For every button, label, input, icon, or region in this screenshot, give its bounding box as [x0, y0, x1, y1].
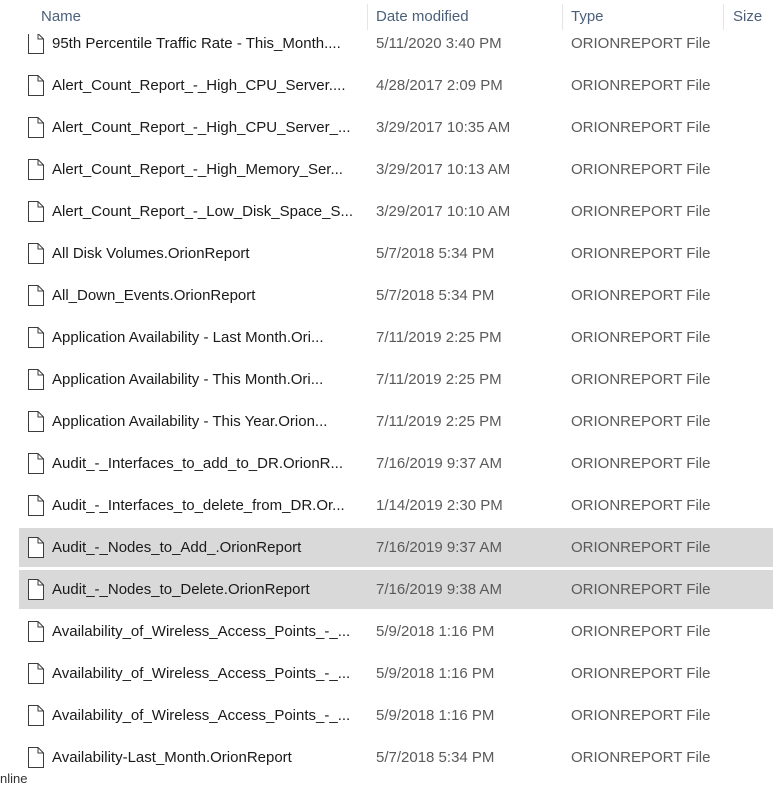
file-name[interactable]: Availability_of_Wireless_Access_Points_-…	[52, 665, 358, 683]
file-date-modified: 5/9/2018 1:16 PM	[376, 707, 495, 724]
file-date-modified: 3/29/2017 10:13 AM	[376, 161, 511, 178]
file-type: ORIONREPORT File	[571, 329, 711, 346]
file-type: ORIONREPORT File	[571, 413, 711, 430]
file-row[interactable]: Alert_Count_Report_-_High_CPU_Server_...…	[0, 107, 773, 149]
column-header-type[interactable]: Type	[571, 8, 604, 25]
file-date-modified: 7/11/2019 2:25 PM	[376, 329, 502, 346]
file-type: ORIONREPORT File	[571, 371, 711, 388]
file-type: ORIONREPORT File	[571, 287, 711, 304]
file-name[interactable]: Availability_of_Wireless_Access_Points_-…	[52, 707, 358, 725]
file-name[interactable]: Application Availability - This Year.Ori…	[52, 413, 358, 431]
file-row[interactable]: Application Availability - This Year.Ori…	[0, 401, 773, 443]
file-type: ORIONREPORT File	[571, 119, 711, 136]
file-row[interactable]: Alert_Count_Report_-_Low_Disk_Space_S...…	[0, 191, 773, 233]
status-text: nline	[0, 771, 28, 786]
file-name[interactable]: Alert_Count_Report_-_Low_Disk_Space_S...	[52, 203, 358, 221]
file-date-modified: 5/9/2018 1:16 PM	[376, 623, 495, 640]
file-date-modified: 3/29/2017 10:35 AM	[376, 119, 511, 136]
column-header-bar: Name Date modified Type Size	[0, 0, 773, 34]
file-type: ORIONREPORT File	[571, 749, 711, 766]
column-divider[interactable]	[562, 4, 563, 30]
file-row[interactable]: Audit_-_Nodes_to_Delete.OrionReport 7/16/…	[0, 569, 773, 611]
file-name[interactable]: All Disk Volumes.OrionReport	[52, 245, 358, 263]
file-row[interactable]: All_Down_Events.OrionReport 5/7/2018 5:34…	[0, 275, 773, 317]
file-date-modified: 1/14/2019 2:30 PM	[376, 497, 503, 514]
file-date-modified: 7/11/2019 2:25 PM	[376, 371, 502, 388]
file-date-modified: 7/11/2019 2:25 PM	[376, 413, 502, 430]
file-name[interactable]: Application Availability - Last Month.Or…	[52, 329, 358, 347]
file-name[interactable]: Alert_Count_Report_-_High_Memory_Ser...	[52, 161, 358, 179]
file-type: ORIONREPORT File	[571, 707, 711, 724]
column-header-date-modified[interactable]: Date modified	[376, 8, 469, 25]
file-date-modified: 4/28/2017 2:09 PM	[376, 77, 503, 94]
file-row[interactable]: Alert_Count_Report_-_High_CPU_Server....…	[0, 65, 773, 107]
column-divider[interactable]	[367, 4, 368, 30]
file-date-modified: 5/7/2018 5:34 PM	[376, 287, 495, 304]
file-date-modified: 5/9/2018 1:16 PM	[376, 665, 495, 682]
file-name[interactable]: Audit_-_Interfaces_to_delete_from_DR.Or.…	[52, 497, 358, 515]
file-type: ORIONREPORT File	[571, 623, 711, 640]
file-name[interactable]: Application Availability - This Month.Or…	[52, 371, 358, 389]
file-type: ORIONREPORT File	[571, 455, 711, 472]
column-header-size[interactable]: Size	[733, 8, 762, 25]
file-name[interactable]: Audit_-_Nodes_to_Add_.OrionReport	[52, 539, 358, 557]
file-type: ORIONREPORT File	[571, 497, 711, 514]
file-name[interactable]: Alert_Count_Report_-_High_CPU_Server_...	[52, 119, 358, 137]
file-name[interactable]: Availability_of_Wireless_Access_Points_-…	[52, 623, 358, 641]
file-date-modified: 3/29/2017 10:10 AM	[376, 203, 511, 220]
file-date-modified: 7/16/2019 9:37 AM	[376, 539, 502, 556]
file-row[interactable]: Audit_-_Interfaces_to_add_to_DR.OrionR..…	[0, 443, 773, 485]
file-name[interactable]: Audit_-_Interfaces_to_add_to_DR.OrionR..…	[52, 455, 358, 473]
file-date-modified: 5/7/2018 5:34 PM	[376, 749, 495, 766]
file-name[interactable]: Availability-Last_Month.OrionReport	[52, 749, 358, 767]
file-row[interactable]: Application Availability - This Month.Or…	[0, 359, 773, 401]
column-header-name[interactable]: Name	[41, 8, 81, 25]
file-name[interactable]: Audit_-_Nodes_to_Delete.OrionReport	[52, 581, 358, 599]
file-row[interactable]: All Disk Volumes.OrionReport 5/7/2018 5:3…	[0, 233, 773, 275]
file-type: ORIONREPORT File	[571, 539, 711, 556]
file-name[interactable]: All_Down_Events.OrionReport	[52, 287, 358, 305]
file-row[interactable]: Availability_of_Wireless_Access_Points_-…	[0, 653, 773, 695]
file-date-modified: 7/16/2019 9:37 AM	[376, 455, 502, 472]
file-date-modified: 7/16/2019 9:38 AM	[376, 581, 502, 598]
file-row[interactable]: Availability_of_Wireless_Access_Points_-…	[0, 695, 773, 737]
file-type: ORIONREPORT File	[571, 203, 711, 220]
column-divider[interactable]	[723, 4, 724, 30]
file-type: ORIONREPORT File	[571, 77, 711, 94]
file-date-modified: 5/7/2018 5:34 PM	[376, 245, 495, 262]
file-row[interactable]: Availability_of_Wireless_Access_Points_-…	[0, 611, 773, 653]
file-type: ORIONREPORT File	[571, 161, 711, 178]
file-row[interactable]: Audit_-_Nodes_to_Add_.OrionReport 7/16/20…	[0, 527, 773, 569]
file-row[interactable]: Audit_-_Interfaces_to_delete_from_DR.Or.…	[0, 485, 773, 527]
file-type: ORIONREPORT File	[571, 581, 711, 598]
file-explorer: 95th Percentile Traffic Rate - This_Mont…	[0, 0, 773, 790]
file-name[interactable]: 95th Percentile Traffic Rate - This_Mont…	[52, 35, 358, 53]
file-date-modified: 5/11/2020 3:40 PM	[376, 35, 502, 52]
file-list: 95th Percentile Traffic Rate - This_Mont…	[0, 23, 773, 779]
file-type: ORIONREPORT File	[571, 665, 711, 682]
file-row[interactable]: Alert_Count_Report_-_High_Memory_Ser... 3…	[0, 149, 773, 191]
file-row[interactable]: Application Availability - Last Month.Or…	[0, 317, 773, 359]
file-type: ORIONREPORT File	[571, 35, 711, 52]
file-name[interactable]: Alert_Count_Report_-_High_CPU_Server....	[52, 77, 358, 95]
file-row[interactable]: Availability-Last_Month.OrionReport 5/7/2…	[0, 737, 773, 779]
file-type: ORIONREPORT File	[571, 245, 711, 262]
